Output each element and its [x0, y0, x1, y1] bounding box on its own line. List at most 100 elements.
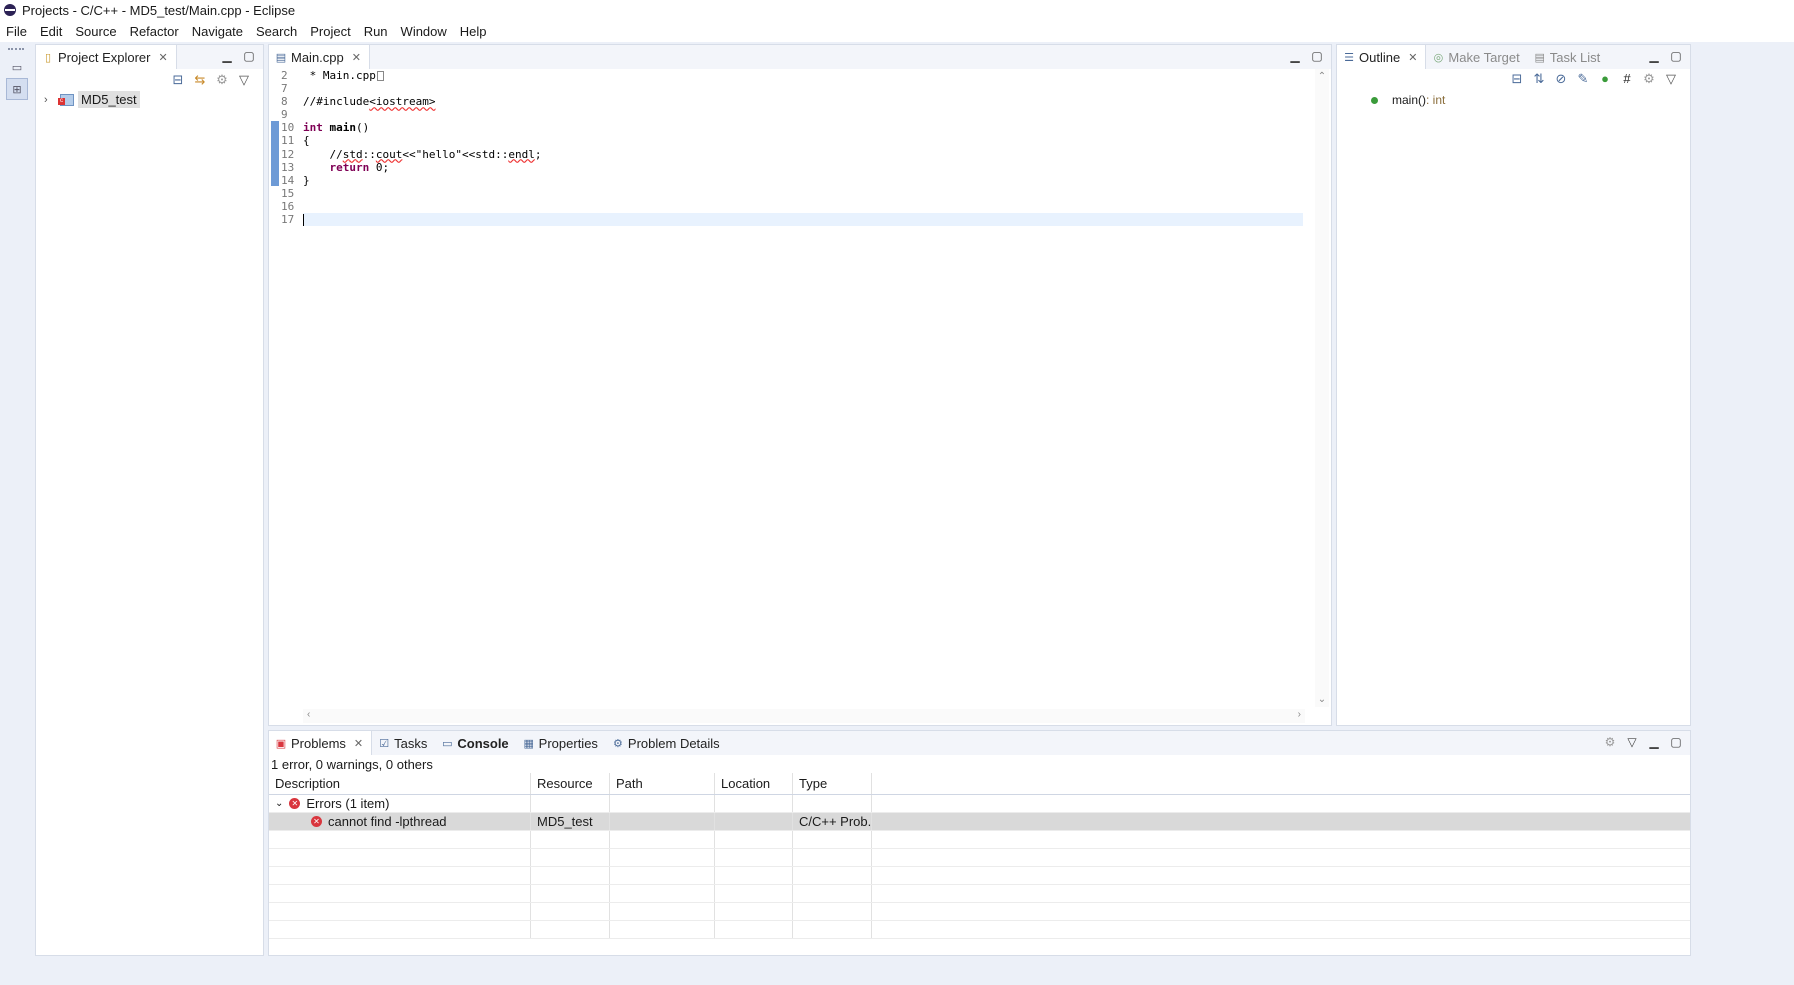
project-explorer-window-controls: ▁ ▢ — [221, 49, 255, 63]
filter-icon[interactable]: ⚙ — [215, 72, 229, 88]
menu-run[interactable]: Run — [364, 24, 388, 39]
editor-vertical-scrollbar[interactable]: ⌃ ⌄ — [1315, 69, 1329, 707]
menu-file[interactable]: File — [6, 24, 27, 39]
column-description[interactable]: Description — [269, 773, 531, 794]
line-number: 13 — [281, 160, 295, 174]
maximize-icon[interactable]: ▢ — [1670, 49, 1682, 63]
scroll-up-icon[interactable]: ⌃ — [1315, 71, 1329, 82]
menu-refactor[interactable]: Refactor — [130, 24, 179, 39]
empty-row — [269, 903, 1690, 921]
column-type[interactable]: Type — [793, 773, 872, 794]
collapse-all-icon[interactable]: ⊟ — [171, 72, 185, 88]
scroll-down-icon[interactable]: ⌄ — [1315, 694, 1329, 705]
filter-icon[interactable]: ⚙ — [1604, 735, 1616, 749]
tab-make-target[interactable]: ◎ Make Target — [1426, 45, 1527, 69]
sort-icon[interactable]: ⇅ — [1532, 71, 1546, 87]
outline-item-main[interactable]: main() : int — [1371, 93, 1445, 107]
column-path[interactable]: Path — [610, 773, 715, 794]
text-caret — [303, 214, 304, 227]
code-line: return 0; — [329, 160, 390, 174]
tab-console[interactable]: ▭ Console — [435, 731, 516, 755]
link-with-editor-icon[interactable]: ⇆ — [193, 72, 207, 88]
cpp-file-icon: ▤ — [275, 51, 287, 64]
table-header: Description Resource Path Location Type — [269, 773, 1690, 795]
chevron-down-icon[interactable]: ⌄ — [275, 798, 283, 809]
column-resource[interactable]: Resource — [531, 773, 610, 794]
menu-edit[interactable]: Edit — [40, 24, 62, 39]
view-menu-icon[interactable]: ▽ — [1626, 735, 1638, 749]
problem-type: C/C++ Prob... — [793, 813, 872, 830]
task-list-icon: ▤ — [1534, 51, 1545, 64]
restore-icon[interactable]: ▭ — [6, 56, 28, 78]
scroll-left-icon[interactable]: ‹ — [307, 709, 310, 720]
maximize-icon[interactable]: ▢ — [243, 49, 255, 63]
hide-fields-icon[interactable]: ⊘ — [1554, 71, 1568, 87]
tab-main-cpp[interactable]: ▤ Main.cpp ✕ — [269, 45, 370, 69]
menu-source[interactable]: Source — [75, 24, 116, 39]
editor-horizontal-scrollbar[interactable]: ‹ › — [303, 709, 1305, 723]
close-icon[interactable]: ✕ — [352, 51, 361, 64]
problem-details-icon: ⚙ — [612, 737, 623, 750]
hide-non-public-icon[interactable]: ● — [1598, 71, 1612, 87]
collapse-all-icon[interactable]: ⊟ — [1510, 71, 1524, 87]
tab-problems[interactable]: ▣ Problems ✕ — [269, 731, 373, 755]
code-area[interactable]: * Main.cpp //#include<iostream> int main… — [303, 69, 1303, 227]
table-cell — [715, 795, 793, 812]
tab-tasks[interactable]: ☑ Tasks — [372, 731, 435, 755]
code-line: * Main.cpp — [303, 69, 1303, 82]
filter-icon[interactable]: ⚙ — [1642, 71, 1656, 87]
tab-main-cpp-label: Main.cpp — [291, 49, 344, 65]
hide-macros-icon[interactable]: # — [1620, 71, 1634, 87]
maximize-icon[interactable]: ▢ — [1670, 735, 1682, 749]
minimize-icon[interactable]: ▁ — [1289, 49, 1301, 63]
window-title: Projects - C/C++ - MD5_test/Main.cpp - E… — [22, 2, 296, 18]
problem-location — [715, 813, 793, 830]
c-perspective-icon[interactable]: ⊞ — [6, 78, 28, 100]
menu-search[interactable]: Search — [256, 24, 297, 39]
tab-task-list[interactable]: ▤ Task List — [1528, 45, 1609, 69]
line-number: 12 — [281, 147, 295, 161]
line-number: 14 — [281, 173, 295, 187]
hide-static-icon[interactable]: ✎ — [1576, 71, 1590, 87]
menu-project[interactable]: Project — [310, 24, 350, 39]
errors-group-label: Errors (1 item) — [306, 796, 390, 811]
minimize-icon[interactable]: ▁ — [221, 49, 233, 63]
tab-project-explorer[interactable]: ▯ Project Explorer ✕ — [36, 45, 177, 69]
eclipse-icon — [4, 4, 16, 16]
minimize-icon[interactable]: ▁ — [1648, 735, 1660, 749]
tree-item-label: MD5_test — [78, 91, 140, 108]
folded-marker-icon[interactable] — [376, 71, 384, 81]
problems-table: Description Resource Path Location Type … — [269, 773, 1690, 955]
maximize-icon[interactable]: ▢ — [1311, 49, 1323, 63]
scroll-right-icon[interactable]: › — [1298, 709, 1301, 720]
problem-path — [610, 813, 715, 830]
close-icon[interactable]: ✕ — [354, 737, 363, 750]
trim-handle[interactable] — [8, 48, 24, 50]
empty-row — [269, 867, 1690, 885]
view-menu-icon[interactable]: ▽ — [1664, 71, 1678, 87]
minimize-icon[interactable]: ▁ — [1648, 49, 1660, 63]
tree-item-project[interactable]: › MD5_test — [44, 91, 140, 108]
chevron-right-icon[interactable]: › — [44, 94, 56, 106]
view-menu-icon[interactable]: ▽ — [237, 72, 251, 88]
menu-window[interactable]: Window — [401, 24, 447, 39]
table-row[interactable]: ✕ cannot find -lpthread MD5_test C/C++ P… — [269, 813, 1690, 831]
tab-problem-details[interactable]: ⚙ Problem Details — [606, 731, 728, 755]
menu-help[interactable]: Help — [460, 24, 487, 39]
errors-group-row[interactable]: ⌄ ✕ Errors (1 item) — [269, 795, 1690, 813]
problems-icon: ▣ — [275, 737, 287, 750]
menu-navigate[interactable]: Navigate — [192, 24, 243, 39]
column-location[interactable]: Location — [715, 773, 793, 794]
tab-properties[interactable]: ▦ Properties — [517, 731, 606, 755]
current-line — [303, 213, 1303, 227]
tab-outline[interactable]: ☰ Outline ✕ — [1337, 45, 1427, 69]
close-icon[interactable]: ✕ — [1408, 51, 1417, 64]
tasks-icon: ☑ — [379, 737, 390, 750]
code-line: //std::cout<<"hello"<<std::endl; — [303, 147, 542, 161]
code-line: } — [303, 173, 310, 187]
folder-icon: ▯ — [44, 51, 52, 64]
close-icon[interactable]: ✕ — [158, 51, 167, 64]
